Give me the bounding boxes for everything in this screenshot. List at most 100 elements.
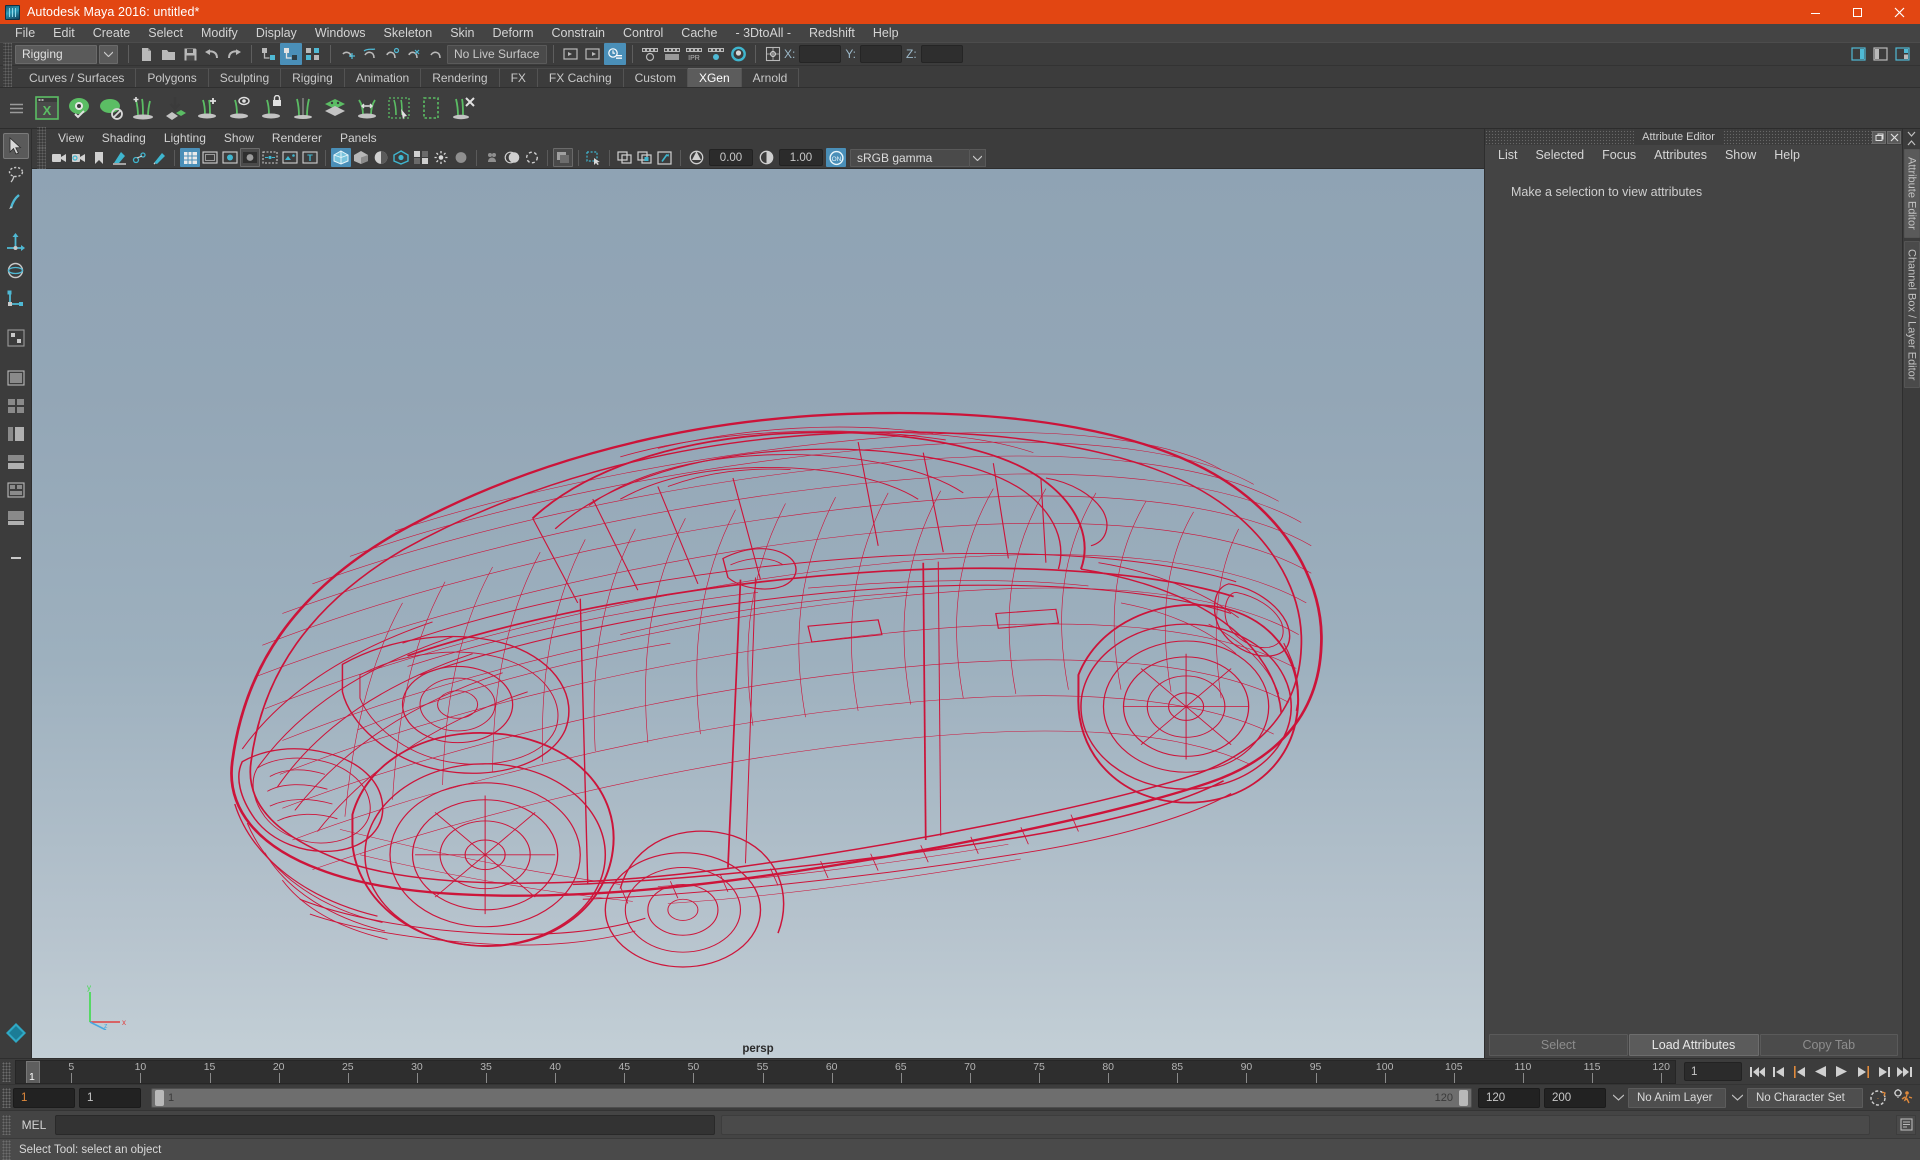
time-slider[interactable]: 1 5 10 15 20 25 30 35 40 45 50 55 60 65 70 75 80 85 90 95 1… — [15, 1059, 1676, 1084]
gamma-field[interactable]: 1.00 — [779, 149, 823, 166]
menu-item-constrain[interactable]: Constrain — [543, 24, 615, 42]
step-back-frame-icon[interactable] — [1790, 1062, 1809, 1082]
script-editor-icon[interactable] — [1896, 1114, 1916, 1135]
panel-menu-lighting[interactable]: Lighting — [155, 129, 215, 147]
panel-menu-show[interactable]: Show — [215, 129, 263, 147]
restore-panel-icon[interactable] — [1872, 130, 1887, 144]
hypershade-layout[interactable] — [3, 477, 29, 503]
open-scene-icon[interactable] — [157, 43, 179, 65]
scale-tool[interactable] — [3, 285, 29, 311]
xgen-add-guides-icon[interactable] — [128, 93, 158, 123]
xgen-select-region-icon[interactable] — [384, 93, 414, 123]
menu-item-select[interactable]: Select — [139, 24, 192, 42]
select-button[interactable]: Select — [1489, 1034, 1628, 1056]
menu-item-create[interactable]: Create — [84, 24, 140, 42]
paint-select-tool[interactable] — [3, 189, 29, 215]
x-field[interactable] — [799, 45, 842, 63]
last-tool-used[interactable] — [3, 325, 29, 351]
anim-end-field[interactable]: 200 — [1544, 1087, 1606, 1108]
shelf-tab-fx-caching[interactable]: FX Caching — [537, 68, 624, 87]
xgen-place-guides-icon[interactable] — [160, 93, 190, 123]
panel-menu-shading[interactable]: Shading — [93, 129, 155, 147]
copy-tab-button[interactable]: Copy Tab — [1759, 1034, 1898, 1056]
shelf-tab-animation[interactable]: Animation — [344, 68, 422, 87]
new-scene-icon[interactable] — [135, 43, 157, 65]
xgen-eye-grooming-icon[interactable] — [224, 93, 254, 123]
play-backwards-icon[interactable] — [1811, 1062, 1830, 1082]
minimize-icon[interactable] — [1794, 0, 1836, 24]
live-surface-field[interactable]: No Live Surface — [447, 44, 547, 64]
ae-menu-list[interactable]: List — [1489, 145, 1526, 165]
shade-selected-icon[interactable] — [371, 148, 391, 167]
screen-space-ao-icon[interactable] — [431, 148, 451, 167]
menu-item-file[interactable]: File — [6, 24, 44, 42]
use-all-lights-icon[interactable] — [391, 148, 411, 167]
character-set-select[interactable]: No Character Set — [1747, 1087, 1863, 1108]
shelf-tab-xgen[interactable]: XGen — [687, 68, 742, 87]
shelf-tab-curves-surfaces[interactable]: Curves / Surfaces — [18, 68, 137, 87]
camera-attributes-icon[interactable] — [69, 148, 89, 167]
isolate-select-icon[interactable] — [482, 148, 502, 167]
color-profile-select[interactable]: sRGB gamma — [850, 148, 970, 167]
chevron-down-icon[interactable] — [1729, 1088, 1745, 1108]
ipr-render-icon[interactable] — [661, 43, 683, 65]
play-forwards-icon[interactable] — [1832, 1062, 1851, 1082]
sidebar-tool-settings-icon[interactable] — [1870, 43, 1892, 65]
grease-pencil-icon[interactable] — [149, 148, 169, 167]
undo-icon[interactable] — [201, 43, 223, 65]
help-line-grip[interactable] — [2, 1139, 11, 1160]
select-hierarchy-icon[interactable] — [258, 43, 280, 65]
close-panel-icon[interactable] — [1887, 130, 1902, 144]
command-line-grip[interactable] — [2, 1114, 11, 1135]
xgen-add-grooming-icon[interactable] — [192, 93, 222, 123]
single-perspective-layout[interactable] — [3, 365, 29, 391]
chevron-down-icon[interactable] — [1610, 1088, 1626, 1108]
step-forward-frame-icon[interactable] — [1853, 1062, 1872, 1082]
shelf-tab-polygons[interactable]: Polygons — [136, 68, 209, 87]
show-hide-editor-icon[interactable] — [560, 43, 582, 65]
xgen-window-icon[interactable]: X — [32, 93, 62, 123]
ae-menu-attributes[interactable]: Attributes — [1645, 145, 1716, 165]
chevron-down-icon[interactable] — [970, 148, 986, 167]
open-hypergraph-icon[interactable] — [604, 43, 626, 65]
xray-active-components-icon[interactable] — [553, 148, 573, 167]
xgen-region-icon[interactable] — [416, 93, 446, 123]
menu-item-3dtoall[interactable]: - 3DtoAll - — [726, 24, 800, 42]
persp-trax-layout[interactable] — [3, 505, 29, 531]
twopoint-resolution-icon[interactable] — [129, 148, 149, 167]
select-camera-icon[interactable] — [49, 148, 69, 167]
command-input[interactable] — [55, 1114, 715, 1135]
select-marquee-icon[interactable] — [584, 148, 604, 167]
go-to-end-icon[interactable] — [1895, 1062, 1914, 1082]
close-icon[interactable] — [1878, 0, 1920, 24]
menu-set-selector[interactable]: Rigging — [15, 44, 97, 64]
ae-menu-show[interactable]: Show — [1716, 145, 1765, 165]
menu-item-skin[interactable]: Skin — [441, 24, 483, 42]
sidebar-channel-box-icon[interactable] — [1892, 43, 1914, 65]
shelf-tab-rigging[interactable]: Rigging — [281, 68, 345, 87]
load-attributes-button[interactable]: Load Attributes — [1628, 1034, 1759, 1056]
sidebar-collapse-arrows[interactable] — [1907, 131, 1916, 146]
menu-item-edit[interactable]: Edit — [44, 24, 84, 42]
persp-graph-layout[interactable] — [3, 449, 29, 475]
move-tool[interactable] — [3, 229, 29, 255]
step-forward-keyframe-icon[interactable] — [1874, 1062, 1893, 1082]
menu-item-display[interactable]: Display — [247, 24, 306, 42]
gate-mask-icon[interactable] — [240, 148, 260, 167]
resolution-gate-icon[interactable] — [220, 148, 240, 167]
range-end-field[interactable]: 120 — [1478, 1087, 1540, 1108]
motion-blur-icon[interactable] — [451, 148, 471, 167]
perspective-viewport[interactable]: y x z persp — [32, 169, 1484, 1058]
snap-to-point-icon[interactable] — [381, 43, 403, 65]
panel-menu-panels[interactable]: Panels — [331, 129, 386, 147]
maximize-icon[interactable] — [1836, 0, 1878, 24]
xgen-patch-icon[interactable] — [96, 93, 126, 123]
xgen-preview-icon[interactable] — [64, 93, 94, 123]
menu-item-cache[interactable]: Cache — [672, 24, 726, 42]
go-to-start-icon[interactable] — [1748, 1062, 1767, 1082]
shelf-tab-custom[interactable]: Custom — [623, 68, 688, 87]
ae-menu-selected[interactable]: Selected — [1526, 145, 1593, 165]
panel-zoom-icon[interactable] — [615, 148, 635, 167]
menu-item-control[interactable]: Control — [614, 24, 672, 42]
snap-to-grid-icon[interactable] — [337, 43, 359, 65]
